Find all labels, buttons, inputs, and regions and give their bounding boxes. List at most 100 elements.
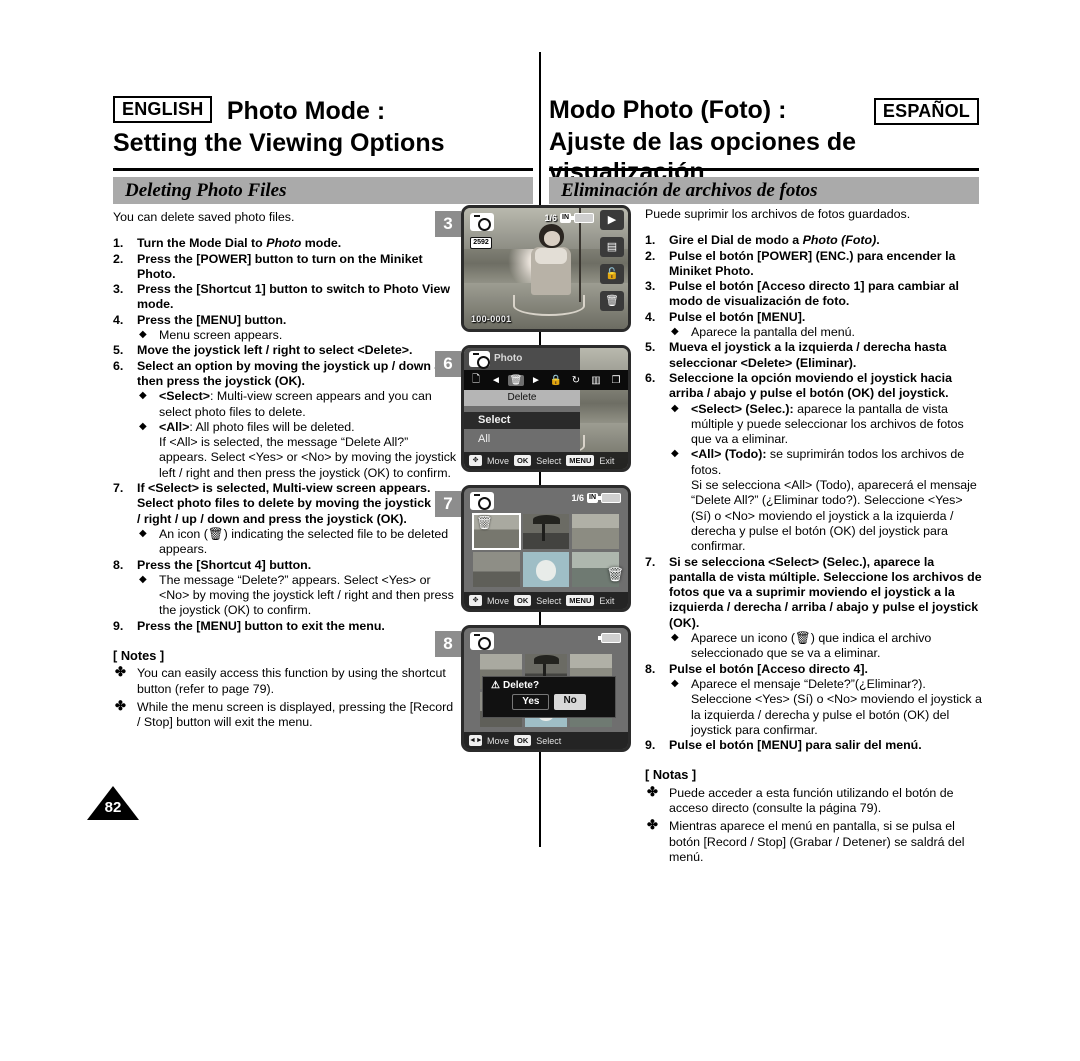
warning-icon: ⚠	[491, 680, 500, 691]
screenshot-multiview: 7 1/6 IN 🗑 🗑 ✥ Move OK Select MENU Exit	[435, 485, 635, 619]
step-item: 6. Select an option by moving the joystic…	[113, 359, 458, 481]
print-icon[interactable]: ▥	[588, 375, 604, 386]
step-item: 7. Si se selecciona <Select> (Selec.), ap…	[645, 555, 983, 662]
diamond-bullet-icon: ◆	[139, 420, 147, 432]
bullet-item: ◆ The message “Delete?” appears. Select <…	[137, 573, 458, 619]
bullet-item: ◆ An icon (🗑) indicating the selected fil…	[137, 527, 458, 558]
note-item: ✤ Mientras aparece el menú en pantalla, s…	[645, 817, 983, 865]
dpad-lr-icon: ◄►	[469, 735, 483, 746]
multiview-icon[interactable]: ▤	[600, 237, 624, 257]
page-title-es-line1: Modo Photo (Foto) :	[549, 96, 787, 124]
play-icon[interactable]: ▶	[600, 210, 624, 230]
steps-list-es: 1. Gire el Dial de modo a Photo (Foto). 2…	[645, 233, 983, 753]
copy-icon[interactable]: ❐	[608, 375, 624, 386]
menu-option-all[interactable]: All	[464, 431, 580, 448]
intro-text-en: You can delete saved photo files.	[113, 210, 295, 224]
step-text-post: .	[876, 233, 880, 248]
step-number: 1.	[113, 236, 124, 251]
step-text: Seleccione la opción moviendo el joystic…	[669, 370, 953, 401]
notes-list-es: ✤ Puede acceder a esta función utilizando…	[645, 784, 983, 865]
thumbnail-item[interactable]	[473, 552, 520, 587]
menu-key-icon: MENU	[566, 595, 595, 606]
bullet-text: Aparece la pantalla del menú.	[691, 325, 855, 340]
storage-indicator: IN	[587, 493, 598, 503]
note-text: Puede acceder a esta función utilizando …	[669, 785, 954, 815]
lock-icon[interactable]: 🔓	[600, 264, 624, 284]
menu-option-select[interactable]: Select	[464, 412, 580, 429]
step-item: 5. Mueva el joystick a la izquierda / der…	[645, 340, 983, 371]
note-item: ✤ Puede acceder a esta función utilizando…	[645, 784, 983, 817]
no-button[interactable]: No	[554, 694, 586, 710]
note-text: You can easily access this function by u…	[137, 666, 446, 696]
step-item: 8. Press the [Shortcut 4] button. ◆ The me…	[113, 558, 458, 619]
trash-icon[interactable]: 🗑	[606, 566, 624, 583]
bullet-item: ◆ <Select>: Multi-view screen appears and…	[137, 389, 458, 420]
bullet-list: ◆ <Select>: Multi-view screen appears and…	[137, 389, 458, 481]
step-text: Pulse el botón [Acceso directo 1] para c…	[669, 279, 959, 309]
thumbnail-item[interactable]	[522, 514, 570, 549]
step-item: 9. Press the [MENU] button to exit the me…	[113, 619, 458, 634]
header-spanish: ESPAÑOL Modo Photo (Foto) : Ajuste de la…	[549, 96, 979, 187]
bullet-lead: <Select> (Selec.):	[691, 401, 794, 416]
bullet-text: : All photo files will be deleted.	[189, 419, 355, 434]
thumbnail-item[interactable]	[522, 552, 570, 587]
step-item: 2. Press the [POWER] button to turn on th…	[113, 252, 458, 283]
trash-icon[interactable]: 🗑	[600, 291, 624, 311]
hint-label-select: Select	[536, 595, 562, 606]
chevron-right-icon[interactable]: ►	[528, 375, 544, 386]
ok-key-icon: OK	[514, 595, 532, 606]
thumbnail-grid: 🗑	[472, 513, 619, 587]
thumbnail-item[interactable]: 🗑	[472, 513, 521, 550]
step-item: 5. Move the joystick left / right to sele…	[113, 343, 458, 358]
lcd-screen: ⚠ Delete? Yes No ◄► Move OK Select	[461, 625, 631, 752]
lcd-screen: 1/6 IN 🗑 🗑 ✥ Move OK Select MENU Exit	[461, 485, 631, 612]
step-number: 8.	[113, 557, 124, 572]
hint-label-select: Select	[536, 735, 562, 746]
photo-hose	[513, 295, 586, 316]
step-item: 4. Pulse el botón [MENU]. ◆ Aparece la pan…	[645, 310, 983, 341]
language-tag-english: ENGLISH	[113, 96, 213, 123]
notes-list-en: ✤ You can easily access this function by …	[113, 664, 458, 730]
bullet-list: ◆ The message “Delete?” appears. Select <…	[137, 573, 458, 619]
diamond-bullet-icon: ◆	[139, 329, 147, 341]
step-item: 7. If <Select> is selected, Multi-view sc…	[113, 481, 458, 557]
step-item: 6. Seleccione la opción moviendo el joyst…	[645, 371, 983, 555]
dpad-icon: ✥	[469, 455, 482, 466]
step-number: 6.	[113, 358, 124, 373]
trash-icon[interactable]: 🗑	[508, 374, 524, 386]
step-number: 9.	[113, 618, 124, 633]
dialog-buttons: Yes No	[483, 694, 615, 710]
step-text-post: mode.	[301, 236, 342, 251]
header-rule-spanish	[549, 168, 979, 171]
palm-crown	[534, 655, 559, 665]
bullet-continuation: If <All> is selected, the message “Delet…	[159, 435, 457, 480]
lock-icon[interactable]: 🔒	[548, 375, 564, 386]
step-badge: 8	[435, 631, 461, 657]
diamond-bullet-icon: ◆	[671, 448, 679, 460]
screenshot-photo-view: 3 2592 1/6 IN ▶ ▤ 🔓 🗑 100-0001	[435, 205, 635, 339]
camera-mode-icon	[470, 632, 494, 650]
bullet-text: Menu screen appears.	[159, 328, 283, 343]
step-text: Mueva el joystick a la izquierda / derec…	[669, 340, 947, 370]
club-bullet-icon: ✤	[647, 817, 658, 833]
chevron-left-icon[interactable]: ◄	[488, 375, 504, 386]
file-icon[interactable]: 🗋	[468, 372, 484, 389]
thumbnail-item[interactable]	[572, 514, 619, 549]
step-item: 1. Turn the Mode Dial to Photo mode.	[113, 236, 458, 251]
bullet-continuation: Si se selecciona <All> (Todo), aparecerá…	[691, 478, 977, 554]
bullet-item: ◆ Aparece el mensaje “Delete?”(¿Eliminar?…	[669, 677, 983, 738]
confirm-dialog: ⚠ Delete? Yes No	[482, 676, 616, 718]
bullet-lead: <Select>	[159, 389, 210, 404]
rotate-icon[interactable]: ↻	[568, 375, 584, 386]
hint-bar: ✥ Move OK Select MENU Exit	[464, 592, 628, 609]
notes-heading-en: [ Notes ]	[113, 648, 165, 664]
step-number: 1.	[645, 233, 656, 248]
diamond-bullet-icon: ◆	[139, 573, 147, 585]
yes-button[interactable]: Yes	[512, 694, 550, 710]
step-text: Move the joystick left / right to select…	[137, 343, 413, 358]
diamond-bullet-icon: ◆	[671, 677, 679, 689]
diamond-bullet-icon: ◆	[671, 402, 679, 414]
step-text: Pulse el botón [Acceso directo 4].	[669, 661, 868, 676]
step-number: 7.	[113, 481, 124, 496]
step-item: 3. Press the [Shortcut 1] button to switc…	[113, 282, 458, 313]
